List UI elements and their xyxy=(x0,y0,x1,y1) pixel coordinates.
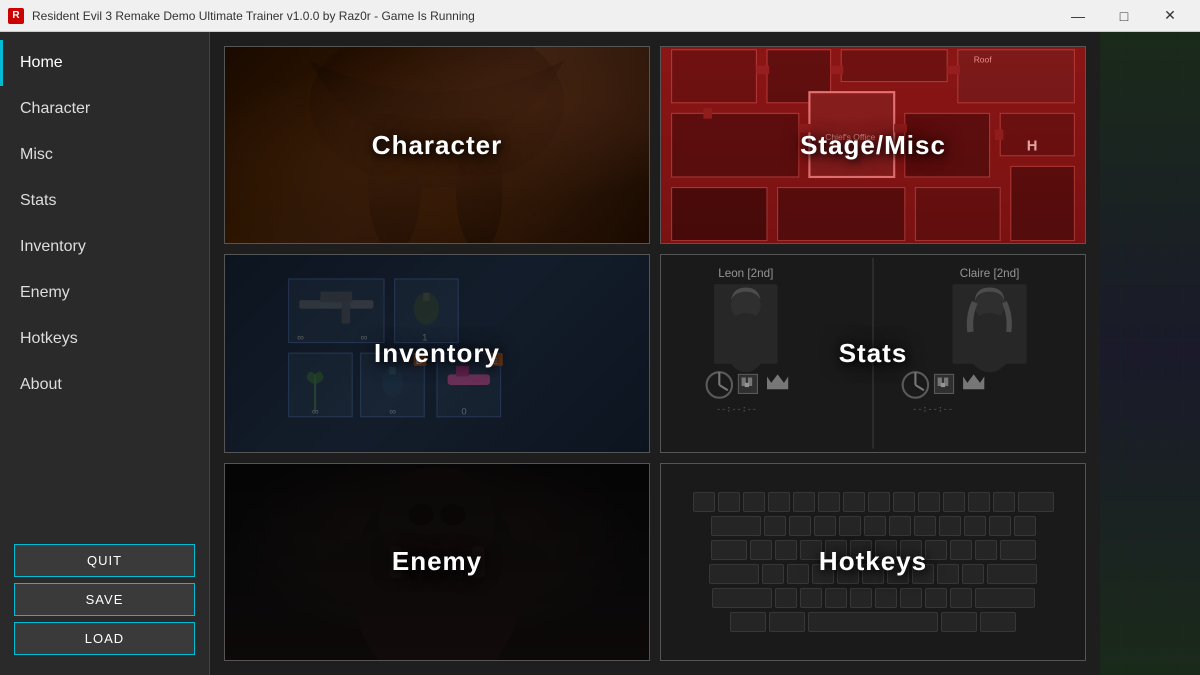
maximize-button[interactable]: □ xyxy=(1102,2,1146,30)
save-button[interactable]: SAVE xyxy=(14,583,195,616)
minimize-button[interactable]: — xyxy=(1056,2,1100,30)
sidebar-item-stats[interactable]: Stats xyxy=(0,178,209,224)
window-controls: — □ ✕ xyxy=(1056,2,1192,30)
hotkeys-tile-label: Hotkeys xyxy=(661,464,1085,660)
quit-button[interactable]: QUIT xyxy=(14,544,195,577)
sidebar-nav: Home Character Misc Stats Inventory Enem… xyxy=(0,32,209,534)
sidebar: Home Character Misc Stats Inventory Enem… xyxy=(0,32,210,675)
sidebar-action-buttons: QUIT SAVE LOAD xyxy=(0,534,209,665)
inventory-tile-label: Inventory xyxy=(225,255,649,451)
sidebar-item-enemy[interactable]: Enemy xyxy=(0,270,209,316)
sidebar-item-hotkeys[interactable]: Hotkeys xyxy=(0,316,209,362)
tile-inventory[interactable]: ∞ ∞ 1 ∞ xyxy=(224,254,650,452)
character-tile-label: Character xyxy=(225,47,649,243)
close-button[interactable]: ✕ xyxy=(1148,2,1192,30)
right-panel-bg xyxy=(1100,32,1200,675)
app-icon: R xyxy=(8,8,24,24)
sidebar-item-misc[interactable]: Misc xyxy=(0,132,209,178)
main-layout: Home Character Misc Stats Inventory Enem… xyxy=(0,32,1200,675)
enemy-tile-label: Enemy xyxy=(225,464,649,660)
stats-tile-label: Stats xyxy=(661,255,1085,451)
sidebar-item-inventory[interactable]: Inventory xyxy=(0,224,209,270)
sidebar-item-character[interactable]: Character xyxy=(0,86,209,132)
sidebar-item-about[interactable]: About xyxy=(0,362,209,408)
tile-stats[interactable]: Leon [2nd] xyxy=(660,254,1086,452)
tile-enemy[interactable]: Enemy xyxy=(224,463,650,661)
stage-tile-label: Stage/Misc xyxy=(661,47,1085,243)
title-bar: R Resident Evil 3 Remake Demo Ultimate T… xyxy=(0,0,1200,32)
sidebar-item-home[interactable]: Home xyxy=(0,40,209,86)
content-area: Character xyxy=(210,32,1100,675)
tile-stage[interactable]: Chief's Office H Roof Stage/Misc xyxy=(660,46,1086,244)
tile-character[interactable]: Character xyxy=(224,46,650,244)
load-button[interactable]: LOAD xyxy=(14,622,195,655)
window-title: Resident Evil 3 Remake Demo Ultimate Tra… xyxy=(32,9,1056,23)
tile-hotkeys[interactable]: Hotkeys xyxy=(660,463,1086,661)
